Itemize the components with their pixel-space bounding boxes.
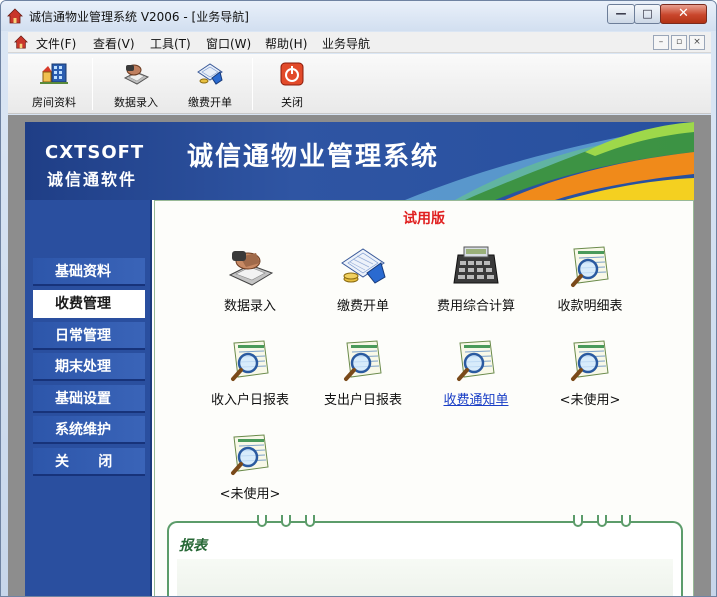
- menu-view[interactable]: 查看(V): [93, 35, 135, 52]
- menu-tools[interactable]: 工具(T): [150, 35, 191, 52]
- tool-close-label: 关闭: [281, 96, 303, 109]
- func-receipt-details[interactable]: 收款明细表: [535, 243, 645, 323]
- func-billing[interactable]: 缴费开单: [308, 243, 418, 323]
- func-label-link[interactable]: 收费通知单: [421, 389, 531, 408]
- report-magnifier-icon: [231, 340, 269, 381]
- tool-close-button[interactable]: 关闭: [264, 54, 320, 114]
- report-magnifier-icon: [231, 434, 269, 475]
- nav-item-close[interactable]: 关 闭: [33, 448, 145, 476]
- tool-data-entry-button[interactable]: 数据录入: [106, 54, 166, 114]
- report-section: 报表: [167, 515, 683, 596]
- nav-item-basic-settings[interactable]: 基础设置: [33, 385, 145, 413]
- report-magnifier-icon: [571, 246, 609, 287]
- maximize-icon: □: [642, 7, 653, 20]
- mdi-restore-button[interactable]: ▫: [671, 35, 687, 50]
- mdi-minimize-button[interactable]: –: [653, 35, 669, 50]
- system-title: 诚信通物业管理系统: [187, 142, 440, 172]
- menu-window[interactable]: 窗口(W): [206, 35, 251, 52]
- func-label: <未使用>: [219, 487, 281, 502]
- menu-help[interactable]: 帮助(H): [265, 35, 307, 52]
- billing-icon: [341, 248, 386, 284]
- toolbar: 房间资料 数据录入 缴费开单 关闭: [8, 54, 711, 114]
- minimize-icon: —: [615, 7, 627, 20]
- business-nav-form: CXTSOFT 诚信通软件 诚信通物业管理系统 基础资料 收费管理 日常管理 期…: [25, 122, 694, 596]
- close-icon: ✕: [678, 6, 689, 21]
- menu-file[interactable]: 文件(F): [36, 35, 76, 52]
- report-list-area: [177, 559, 673, 596]
- close-window-button[interactable]: ✕: [660, 4, 707, 24]
- room-data-icon: [40, 63, 68, 84]
- menu-business-nav[interactable]: 业务导航: [322, 35, 370, 52]
- report-magnifier-icon: [571, 340, 609, 381]
- window-title: 诚信通物业管理系统 V2006 - [业务导航]: [29, 10, 249, 24]
- tool-billing-button[interactable]: 缴费开单: [178, 54, 242, 114]
- binder-ring-icon: [257, 515, 267, 527]
- func-data-entry[interactable]: 数据录入: [195, 243, 305, 323]
- func-label: 收入户日报表: [210, 393, 289, 408]
- func-income-daily-report[interactable]: 收入户日报表: [195, 337, 305, 417]
- nav-item-daily-management[interactable]: 日常管理: [33, 322, 145, 350]
- app-window: 诚信通物业管理系统 V2006 - [业务导航] — □ ✕ 文件(F) 查看(…: [0, 0, 717, 597]
- tool-billing-label: 缴费开单: [188, 96, 232, 109]
- func-label: 费用综合计算: [436, 299, 515, 314]
- func-label: 收款明细表: [557, 299, 623, 314]
- binder-ring-icon: [621, 515, 631, 527]
- title-bar[interactable]: 诚信通物业管理系统 V2006 - [业务导航] — □ ✕: [1, 1, 716, 31]
- func-label: <未使用>: [559, 393, 621, 408]
- report-magnifier-icon: [457, 340, 495, 381]
- trial-label: 试用版: [403, 211, 445, 227]
- nav-item-basic-data[interactable]: 基础资料: [33, 258, 145, 286]
- nav-item-billing-management[interactable]: 收费管理: [33, 290, 145, 318]
- binder-ring-icon: [281, 515, 291, 527]
- function-panel: 试用版 数据录入 缴费开单 费用综合计算 收款明细表 收入户日报表 支出户日报表…: [154, 200, 694, 596]
- report-label: 报表: [179, 538, 207, 554]
- func-label: 数据录入: [223, 299, 276, 314]
- nav-item-period-end[interactable]: 期末处理: [33, 353, 145, 381]
- func-label: 支出户日报表: [323, 393, 402, 408]
- power-icon: [280, 62, 304, 86]
- func-fee-calculation[interactable]: 费用综合计算: [421, 243, 531, 323]
- menu-bar: 文件(F) 查看(V) 工具(T) 窗口(W) 帮助(H) 业务导航 – ▫ ×: [8, 32, 711, 53]
- tool-data-entry-label: 数据录入: [114, 96, 158, 109]
- report-magnifier-icon: [344, 340, 382, 381]
- banner: CXTSOFT 诚信通软件 诚信通物业管理系统: [25, 122, 694, 200]
- func-payment-notice[interactable]: 收费通知单: [421, 337, 531, 417]
- nav-item-system-maintenance[interactable]: 系统维护: [33, 416, 145, 444]
- maximize-button[interactable]: □: [634, 4, 661, 24]
- brand-english: CXTSOFT: [45, 142, 145, 163]
- func-unused-1[interactable]: <未使用>: [535, 337, 645, 417]
- house-icon: [14, 35, 28, 49]
- func-expense-daily-report[interactable]: 支出户日报表: [308, 337, 418, 417]
- house-icon: [7, 8, 23, 24]
- mdi-close-button[interactable]: ×: [689, 35, 705, 50]
- binder-ring-icon: [597, 515, 607, 527]
- tool-room-data-button[interactable]: 房间资料: [24, 54, 84, 114]
- keyboard-icon: [123, 64, 150, 85]
- tool-room-data-label: 房间资料: [32, 96, 76, 109]
- calculator-icon: [453, 246, 499, 284]
- left-nav: 基础资料 收费管理 日常管理 期末处理 基础设置 系统维护 关 闭: [25, 200, 152, 596]
- binder-ring-icon: [305, 515, 315, 527]
- brand-chinese: 诚信通软件: [47, 170, 138, 189]
- minimize-button[interactable]: —: [607, 4, 635, 24]
- toolbar-separator: [252, 58, 253, 110]
- mdi-client-area: CXTSOFT 诚信通软件 诚信通物业管理系统 基础资料 收费管理 日常管理 期…: [8, 115, 711, 596]
- billing-icon: [197, 63, 223, 85]
- binder-ring-icon: [573, 515, 583, 527]
- func-unused-2[interactable]: <未使用>: [195, 431, 305, 511]
- keyboard-icon: [228, 251, 274, 286]
- toolbar-separator: [92, 58, 93, 110]
- func-label: 缴费开单: [336, 299, 389, 314]
